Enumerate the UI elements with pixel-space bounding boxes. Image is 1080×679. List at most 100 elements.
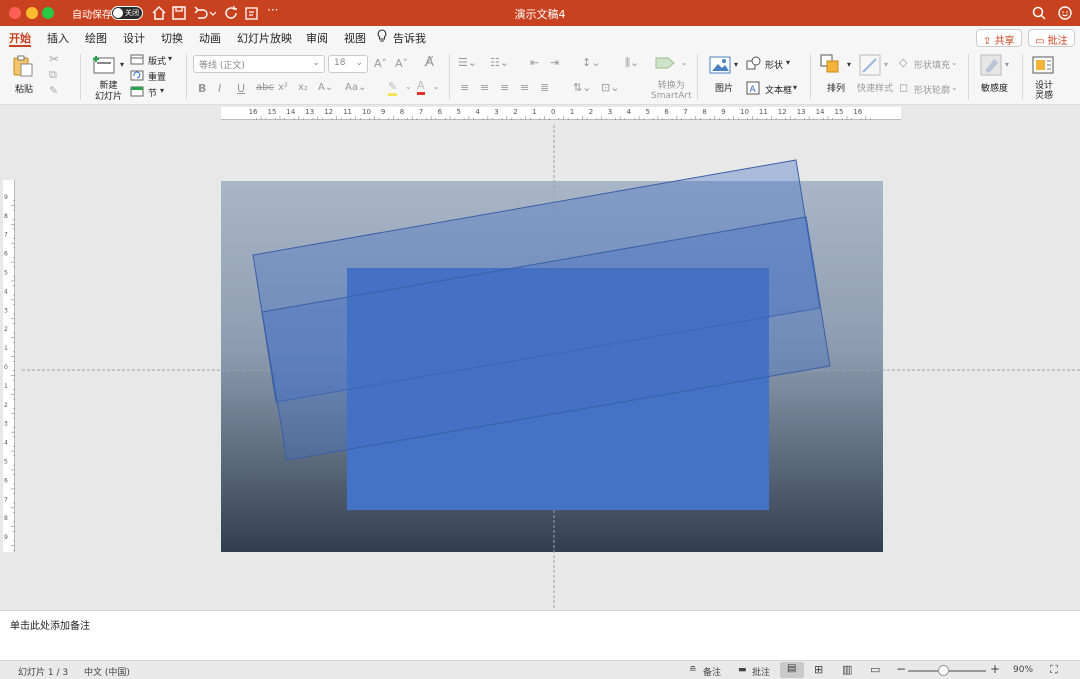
search-icon[interactable] bbox=[1030, 4, 1048, 22]
picture-icon[interactable] bbox=[709, 56, 731, 74]
format-painter-icon[interactable]: ✎ bbox=[49, 84, 58, 97]
normal-view-button[interactable]: ▤ bbox=[780, 662, 804, 678]
shape-outline-button[interactable]: 形状轮廓 bbox=[914, 83, 950, 96]
underline-icon[interactable]: U bbox=[237, 82, 245, 95]
align-center-icon[interactable]: ≡ bbox=[480, 81, 489, 94]
comments-toggle-button[interactable]: 批注 bbox=[752, 665, 770, 678]
tab-view[interactable]: 视图 bbox=[344, 30, 366, 46]
language-indicator[interactable]: 中文 (中国) bbox=[84, 665, 130, 678]
cut-icon[interactable]: ✂ bbox=[49, 52, 59, 66]
align-right-icon[interactable]: ≡ bbox=[500, 81, 509, 94]
comments-button[interactable]: ▭ 批注 bbox=[1028, 29, 1075, 47]
quick-styles-dropdown-icon[interactable]: ▾ bbox=[884, 60, 888, 69]
tab-draw[interactable]: 绘图 bbox=[85, 30, 107, 46]
align-left-icon[interactable]: ≡ bbox=[460, 81, 469, 94]
slide-counter: 幻灯片 1 / 3 bbox=[18, 668, 69, 678]
section-dropdown-icon[interactable]: ▾ bbox=[160, 86, 164, 95]
share-button[interactable]: ⇪ 共享 bbox=[976, 29, 1022, 47]
comments-toggle-icon[interactable]: ▬ bbox=[738, 665, 747, 675]
decrease-font-size-icon[interactable]: A˅ bbox=[395, 57, 408, 70]
line-spacing-icon[interactable]: ↕⌄ bbox=[582, 56, 600, 69]
zoom-slider-knob[interactable] bbox=[938, 665, 949, 676]
new-slide-icon[interactable] bbox=[92, 54, 118, 76]
smartart-icon[interactable] bbox=[654, 54, 678, 72]
columns-icon[interactable]: ⫼⌄ bbox=[625, 56, 639, 70]
layout-button[interactable]: 版式 bbox=[148, 54, 166, 67]
feedback-smiley-icon[interactable] bbox=[1056, 4, 1074, 22]
layout-dropdown-icon[interactable]: ▾ bbox=[168, 54, 172, 63]
section-button[interactable]: 节 bbox=[148, 86, 157, 99]
increase-indent-icon[interactable]: ⇥ bbox=[550, 56, 559, 69]
tab-transitions[interactable]: 切换 bbox=[161, 30, 183, 46]
notes-toggle-icon[interactable]: ≘ bbox=[689, 665, 697, 675]
svg-text:16: 16 bbox=[853, 108, 862, 116]
picture-dropdown-icon[interactable]: ▾ bbox=[734, 60, 738, 69]
font-name-select[interactable]: 等线 (正文) ⌄ bbox=[193, 55, 325, 73]
designer-icon[interactable] bbox=[1032, 54, 1054, 76]
shape-button[interactable]: 形状 bbox=[765, 58, 783, 71]
decrease-indent-icon[interactable]: ⇤ bbox=[530, 56, 539, 69]
shape-dropdown-icon[interactable]: ▾ bbox=[786, 58, 790, 67]
textbox-dropdown-icon[interactable]: ▾ bbox=[793, 83, 797, 92]
change-case-icon[interactable]: Aa⌄ bbox=[345, 82, 366, 93]
superscript-icon[interactable]: x² bbox=[278, 82, 288, 93]
tell-me-search[interactable]: 告诉我 bbox=[393, 30, 426, 46]
align-text-icon[interactable]: ⊡⌄ bbox=[601, 81, 619, 94]
font-color-icon[interactable]: A bbox=[417, 79, 425, 95]
text-effects-icon[interactable]: A⌄ bbox=[318, 82, 333, 93]
tab-review[interactable]: 审阅 bbox=[306, 30, 328, 46]
font-size-select[interactable]: 18 ⌄ bbox=[328, 55, 368, 73]
shapes-icon[interactable] bbox=[746, 56, 762, 70]
zoom-in-icon[interactable]: + bbox=[990, 662, 1000, 676]
shape-outline-icon[interactable]: ◻ bbox=[899, 81, 908, 94]
textbox-icon[interactable]: A bbox=[746, 81, 760, 95]
paste-icon[interactable] bbox=[11, 54, 35, 78]
slideshow-view-icon[interactable]: ▭ bbox=[870, 663, 880, 676]
text-direction-icon[interactable]: ⇅⌄ bbox=[573, 81, 591, 94]
notes-placeholder[interactable]: 单击此处添加备注 bbox=[10, 617, 90, 632]
highlight-color-icon[interactable]: ✎ bbox=[388, 80, 398, 96]
new-slide-dropdown-icon[interactable]: ▾ bbox=[120, 60, 124, 69]
shape-fill-button[interactable]: 形状填充 bbox=[914, 58, 950, 71]
bold-icon[interactable]: B bbox=[198, 82, 206, 95]
reset-button[interactable]: 重置 bbox=[148, 70, 166, 83]
numbering-icon[interactable]: ☷⌄ bbox=[490, 56, 509, 69]
notes-pane[interactable]: 单击此处添加备注 bbox=[0, 610, 1080, 660]
tab-insert[interactable]: 插入 bbox=[47, 30, 69, 46]
arrange-dropdown-icon[interactable]: ▾ bbox=[847, 60, 851, 69]
bullets-icon[interactable]: ☰⌄ bbox=[458, 56, 477, 69]
arrange-icon[interactable] bbox=[820, 54, 844, 76]
tab-slideshow[interactable]: 幻灯片放映 bbox=[237, 30, 292, 46]
sensitivity-icon[interactable] bbox=[980, 54, 1002, 76]
shape-fill-dropdown-icon[interactable]: ⌄ bbox=[951, 58, 958, 67]
sensitivity-dropdown-icon[interactable]: ▾ bbox=[1005, 60, 1009, 69]
clear-formatting-icon[interactable]: A̸ bbox=[425, 55, 434, 70]
increase-font-size-icon[interactable]: A˄ bbox=[374, 57, 387, 70]
quick-styles-icon[interactable] bbox=[859, 54, 881, 76]
subscript-icon[interactable]: x₂ bbox=[298, 82, 308, 93]
tab-animations[interactable]: 动画 bbox=[199, 30, 221, 46]
shape-outline-dropdown-icon[interactable]: ⌄ bbox=[951, 83, 958, 92]
copy-icon[interactable]: ⧉ bbox=[49, 68, 57, 82]
shape-fill-icon[interactable]: ◇ bbox=[899, 56, 907, 69]
zoom-out-icon[interactable]: − bbox=[896, 662, 906, 676]
highlight-dropdown-icon[interactable]: ⌄ bbox=[405, 82, 412, 91]
distributed-icon[interactable]: ≣ bbox=[540, 81, 549, 94]
tab-design[interactable]: 设计 bbox=[123, 30, 145, 46]
strikethrough-icon[interactable]: abc bbox=[256, 82, 274, 93]
comment-icon: ▭ bbox=[1035, 36, 1048, 47]
reading-view-icon[interactable]: ▥ bbox=[842, 663, 852, 676]
svg-text:2: 2 bbox=[4, 402, 8, 409]
italic-icon[interactable]: I bbox=[218, 82, 221, 95]
justify-icon[interactable]: ≡ bbox=[520, 81, 529, 94]
notes-toggle-button[interactable]: 备注 bbox=[703, 665, 721, 678]
zoom-level[interactable]: 90% bbox=[1013, 665, 1033, 675]
slide[interactable] bbox=[221, 181, 883, 552]
smartart-dropdown-icon[interactable]: ⌄ bbox=[681, 58, 688, 67]
slide-sorter-view-icon[interactable]: ⊞ bbox=[814, 663, 823, 676]
textbox-button[interactable]: 文本框 bbox=[765, 83, 792, 96]
tab-home[interactable]: 开始 bbox=[9, 30, 31, 46]
font-color-dropdown-icon[interactable]: ⌄ bbox=[433, 82, 440, 91]
fit-to-window-icon[interactable]: ⛶ bbox=[1050, 663, 1058, 677]
status-bar: 幻灯片 1 / 3 中文 (中国) ≘ 备注 ▬ 批注 ▤ ⊞ ▥ ▭ − + … bbox=[0, 660, 1080, 679]
